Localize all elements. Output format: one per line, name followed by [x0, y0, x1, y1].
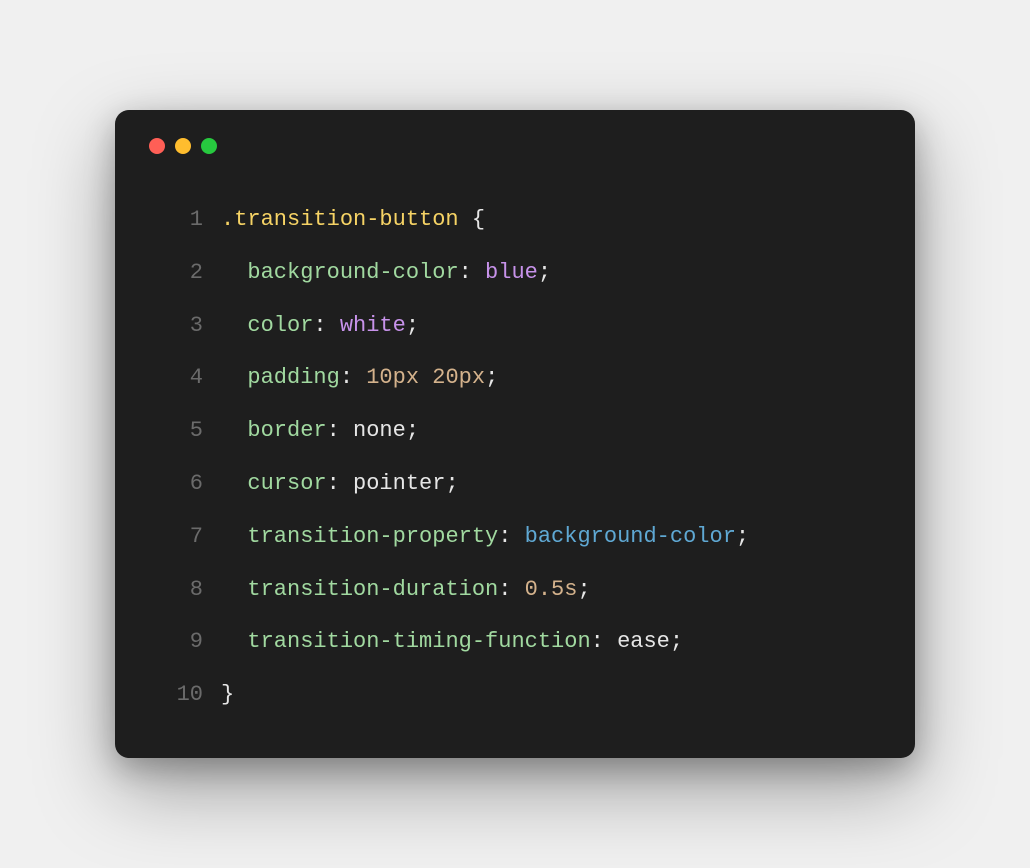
line-number: 5 — [155, 405, 203, 458]
line-content: padding: 10px 20px; — [221, 352, 498, 405]
code-token — [221, 418, 247, 443]
line-content: border: none; — [221, 405, 419, 458]
code-token — [221, 577, 247, 602]
code-line: 4 padding: 10px 20px; — [155, 352, 875, 405]
code-token: 0.5s — [525, 577, 578, 602]
line-content: transition-timing-function: ease; — [221, 616, 683, 669]
code-token — [221, 524, 247, 549]
code-token: ; — [670, 629, 683, 654]
minimize-icon[interactable] — [175, 138, 191, 154]
code-token: ; — [445, 471, 458, 496]
code-token: ; — [406, 418, 419, 443]
code-token: : — [327, 471, 340, 496]
traffic-lights — [149, 138, 875, 154]
maximize-icon[interactable] — [201, 138, 217, 154]
code-window: 1.transition-button {2 background-color:… — [115, 110, 915, 758]
code-token — [221, 629, 247, 654]
line-number: 2 — [155, 247, 203, 300]
code-token: { — [459, 207, 485, 232]
line-content: transition-property: background-color; — [221, 511, 749, 564]
code-line: 8 transition-duration: 0.5s; — [155, 564, 875, 617]
code-token: color — [247, 313, 313, 338]
line-content: } — [221, 669, 234, 722]
code-token: padding — [247, 365, 339, 390]
code-token — [327, 313, 340, 338]
code-token: transition-timing-function — [247, 629, 590, 654]
close-icon[interactable] — [149, 138, 165, 154]
line-number: 4 — [155, 352, 203, 405]
line-content: background-color: blue; — [221, 247, 551, 300]
code-token — [221, 365, 247, 390]
code-token: pointer — [340, 471, 446, 496]
code-line: 3 color: white; — [155, 300, 875, 353]
line-content: cursor: pointer; — [221, 458, 459, 511]
code-line: 2 background-color: blue; — [155, 247, 875, 300]
code-block: 1.transition-button {2 background-color:… — [155, 194, 875, 722]
code-token: blue — [485, 260, 538, 285]
code-line: 5 border: none; — [155, 405, 875, 458]
code-token: : — [313, 313, 326, 338]
line-content: color: white; — [221, 300, 419, 353]
line-number: 8 — [155, 564, 203, 617]
line-content: .transition-button { — [221, 194, 485, 247]
code-line: 7 transition-property: background-color; — [155, 511, 875, 564]
line-number: 3 — [155, 300, 203, 353]
code-token: ; — [406, 313, 419, 338]
code-token: : — [327, 418, 340, 443]
code-line: 1 .transition-button { — [155, 194, 875, 247]
line-number: 9 — [155, 616, 203, 669]
code-token: ease — [604, 629, 670, 654]
code-token: : — [498, 577, 511, 602]
code-token: transition-property — [247, 524, 498, 549]
code-token: : — [591, 629, 604, 654]
code-token: .transition-button — [221, 207, 459, 232]
code-token: ; — [485, 365, 498, 390]
line-number: 10 — [155, 669, 203, 722]
line-number: 6 — [155, 458, 203, 511]
code-line: 6 cursor: pointer; — [155, 458, 875, 511]
code-token — [472, 260, 485, 285]
code-token — [221, 313, 247, 338]
code-token: : — [498, 524, 511, 549]
code-token — [511, 524, 524, 549]
line-content: transition-duration: 0.5s; — [221, 564, 591, 617]
code-token — [221, 260, 247, 285]
code-token: ; — [538, 260, 551, 285]
code-token: white — [340, 313, 406, 338]
line-number: 7 — [155, 511, 203, 564]
code-token — [221, 471, 247, 496]
code-token: : — [459, 260, 472, 285]
code-token: : — [340, 365, 353, 390]
code-token — [353, 365, 366, 390]
code-token: background-color — [247, 260, 458, 285]
code-token: border — [247, 418, 326, 443]
code-token: cursor — [247, 471, 326, 496]
code-token: 10px 20px — [366, 365, 485, 390]
line-number: 1 — [155, 194, 203, 247]
code-token: ; — [736, 524, 749, 549]
code-token: transition-duration — [247, 577, 498, 602]
code-token — [511, 577, 524, 602]
code-token: background-color — [525, 524, 736, 549]
code-token: ; — [577, 577, 590, 602]
code-token: none — [340, 418, 406, 443]
code-token: } — [221, 682, 234, 707]
code-line: 9 transition-timing-function: ease; — [155, 616, 875, 669]
code-line: 10} — [155, 669, 875, 722]
